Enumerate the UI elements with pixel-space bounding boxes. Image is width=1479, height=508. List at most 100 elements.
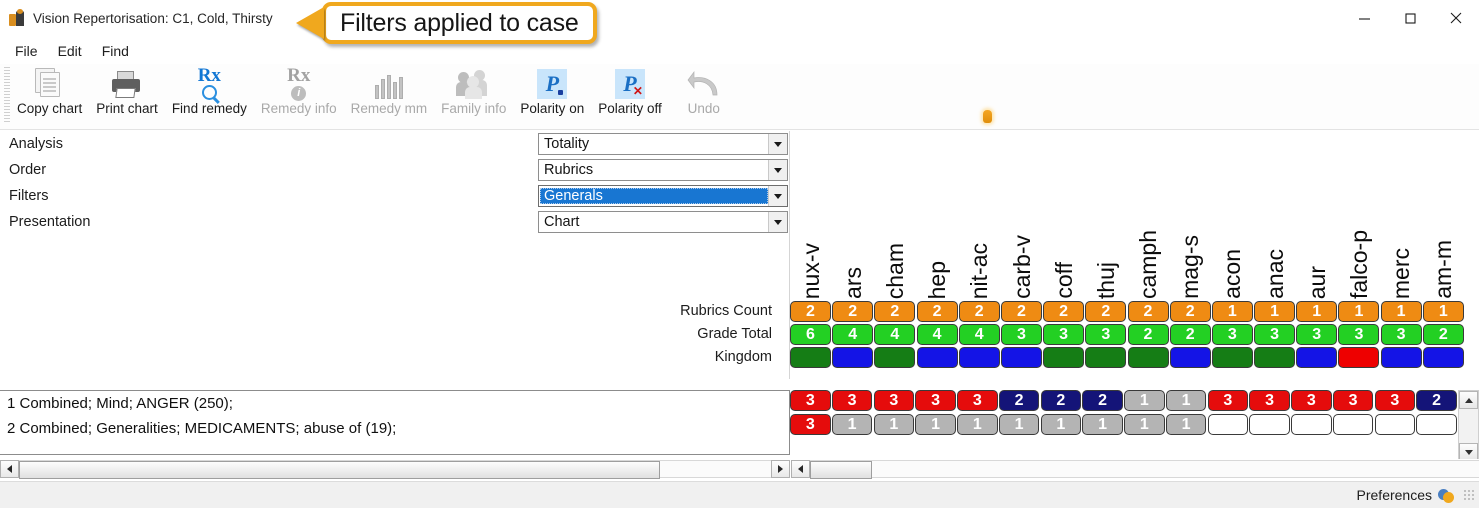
chart-cell[interactable]: 3 — [1296, 324, 1338, 345]
chart-cell[interactable]: 1 — [1124, 414, 1165, 435]
chart-cell[interactable]: 3 — [1332, 390, 1374, 411]
chart-cell[interactable]: 2 — [874, 301, 916, 322]
resize-grip[interactable] — [1463, 489, 1475, 501]
chevron-down-icon[interactable] — [768, 160, 787, 180]
remedy-header-nit-ac[interactable]: nit-ac — [959, 131, 1001, 299]
chart-cell[interactable]: 4 — [832, 324, 874, 345]
scroll-thumb[interactable] — [810, 461, 872, 479]
chart-cell[interactable]: 1 — [1211, 301, 1253, 322]
chart-cell[interactable]: 3 — [1043, 324, 1085, 345]
chart-cell[interactable]: 4 — [916, 324, 958, 345]
chart-cell[interactable] — [1043, 347, 1085, 368]
scroll-track[interactable] — [19, 460, 771, 479]
chart-cell[interactable]: 2 — [1082, 390, 1123, 411]
scroll-up-button[interactable] — [1459, 391, 1478, 409]
chart-cell[interactable] — [1207, 414, 1249, 435]
chart-cell[interactable] — [1127, 347, 1169, 368]
remedy-header-thuj[interactable]: thuj — [1085, 131, 1127, 299]
chart-cell[interactable]: 3 — [1211, 324, 1253, 345]
chart-cell[interactable]: 3 — [790, 414, 831, 435]
chart-cell[interactable]: 6 — [790, 324, 831, 345]
remedy-header-mag-s[interactable]: mag-s — [1170, 131, 1212, 299]
chart-cell[interactable]: 3 — [1338, 324, 1380, 345]
chart-cell[interactable] — [1249, 414, 1290, 435]
minimize-button[interactable] — [1341, 0, 1387, 36]
chart-cell[interactable]: 1 — [1165, 414, 1207, 435]
chart-cell[interactable] — [1085, 347, 1127, 368]
remedy-header-falco-p[interactable]: falco-p — [1338, 131, 1380, 299]
remedy-header-camph[interactable]: camph — [1128, 131, 1170, 299]
chart-cell[interactable]: 2 — [916, 301, 958, 322]
chart-cell[interactable]: 1 — [1082, 414, 1123, 435]
chart-horizontal-scrollbar[interactable] — [791, 459, 1479, 479]
chart-cell[interactable] — [1374, 414, 1416, 435]
rubric-list-item[interactable]: 2 Combined; Generalities; MEDICAMENTS; a… — [0, 416, 789, 441]
chart-cell[interactable]: 1 — [915, 414, 956, 435]
chart-cell[interactable]: 3 — [1380, 324, 1422, 345]
order-dropdown[interactable]: Rubrics — [538, 159, 788, 181]
scroll-left-button[interactable] — [0, 460, 19, 478]
remedy-info-button[interactable]: Rx i Remedy info — [254, 64, 344, 126]
polarity-on-button[interactable]: P Polarity on — [513, 64, 591, 126]
chart-cell[interactable]: 2 — [1169, 301, 1211, 322]
chart-cell[interactable]: 1 — [1338, 301, 1380, 322]
chevron-down-icon[interactable] — [768, 134, 787, 154]
chart-cell[interactable]: 4 — [958, 324, 1000, 345]
chart-cell[interactable]: 1 — [998, 414, 1040, 435]
chart-cell[interactable]: 3 — [873, 390, 915, 411]
chart-cell[interactable]: 1 — [873, 414, 915, 435]
chart-cell[interactable] — [1291, 414, 1332, 435]
remedy-header-merc[interactable]: merc — [1381, 131, 1423, 299]
chart-cell[interactable]: 1 — [1380, 301, 1422, 322]
chart-cell[interactable] — [1422, 347, 1464, 368]
rubric-list-item[interactable]: 1 Combined; Mind; ANGER (250); — [0, 391, 789, 416]
chart-cell[interactable]: 2 — [1169, 324, 1211, 345]
chart-cell[interactable] — [916, 347, 958, 368]
chevron-down-icon[interactable] — [768, 186, 787, 206]
chart-cell[interactable]: 1 — [1124, 390, 1165, 411]
chart-cell[interactable]: 1 — [1422, 301, 1464, 322]
chart-cell[interactable] — [1254, 347, 1296, 368]
chart-cell[interactable]: 3 — [957, 390, 998, 411]
chart-cell[interactable]: 2 — [1416, 390, 1457, 411]
find-remedy-button[interactable]: Rx Find remedy — [165, 64, 254, 126]
rubric-vertical-scrollbar[interactable] — [1458, 390, 1479, 462]
remedy-mm-button[interactable]: Remedy mm — [344, 64, 435, 126]
preferences-icon[interactable] — [1438, 487, 1455, 504]
chart-cell[interactable]: 1 — [1165, 390, 1207, 411]
chart-cell[interactable] — [1211, 347, 1253, 368]
chart-cell[interactable]: 1 — [1040, 414, 1082, 435]
chart-cell[interactable]: 2 — [790, 301, 831, 322]
chart-cell[interactable] — [790, 347, 831, 368]
remedy-header-am-m[interactable]: am-m — [1423, 131, 1465, 299]
chevron-down-icon[interactable] — [768, 212, 787, 232]
chart-cell[interactable]: 2 — [1040, 390, 1082, 411]
chart-cell[interactable] — [1296, 347, 1338, 368]
chart-cell[interactable]: 2 — [1043, 301, 1085, 322]
polarity-off-button[interactable]: P ✕ Polarity off — [591, 64, 669, 126]
preferences-label[interactable]: Preferences — [1357, 487, 1432, 503]
analysis-dropdown[interactable]: Totality — [538, 133, 788, 155]
chart-cell[interactable] — [958, 347, 1000, 368]
maximize-button[interactable] — [1387, 0, 1433, 36]
chart-cell[interactable]: 2 — [998, 390, 1040, 411]
remedy-header-ars[interactable]: ars — [832, 131, 874, 299]
chart-cell[interactable]: 3 — [831, 390, 873, 411]
remedy-header-anac[interactable]: anac — [1254, 131, 1296, 299]
chart-cell[interactable]: 3 — [1000, 324, 1042, 345]
chart-cell[interactable] — [874, 347, 916, 368]
family-info-button[interactable]: Family info — [434, 64, 513, 126]
chart-cell[interactable] — [1169, 347, 1211, 368]
close-button[interactable] — [1433, 0, 1479, 36]
chart-cell[interactable]: 3 — [1085, 324, 1127, 345]
chart-cell[interactable]: 2 — [1422, 324, 1464, 345]
remedy-header-acon[interactable]: acon — [1212, 131, 1254, 299]
chart-cell[interactable] — [1338, 347, 1380, 368]
scroll-track[interactable] — [810, 460, 1479, 479]
menu-item-file[interactable]: File — [6, 40, 47, 62]
chart-cell[interactable]: 1 — [1254, 301, 1296, 322]
remedy-header-carb-v[interactable]: carb-v — [1001, 131, 1043, 299]
chart-cell[interactable] — [832, 347, 874, 368]
chart-cell[interactable]: 3 — [915, 390, 956, 411]
chart-cell[interactable]: 1 — [831, 414, 873, 435]
